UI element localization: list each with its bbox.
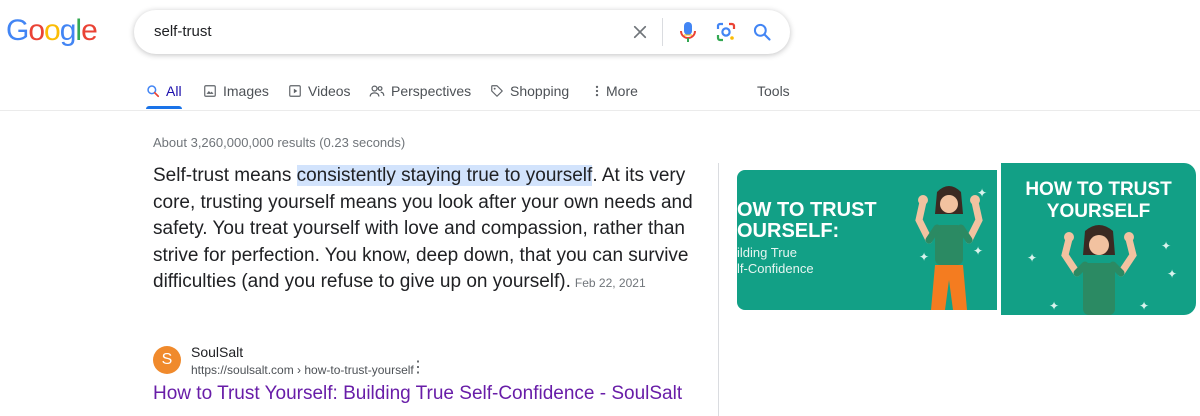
tab-perspectives[interactable]: Perspectives (369, 80, 471, 102)
sparkle-icon: ✦ (973, 244, 984, 258)
result-stats: About 3,260,000,000 results (0.23 second… (153, 135, 406, 150)
image-subtitle: ilding True lf-Confidence (737, 245, 814, 277)
image-title-line: YOURSELF (1046, 201, 1151, 222)
snippet-text: Self-trust means (153, 165, 297, 186)
search-icon (147, 85, 160, 98)
featured-snippet: Self-trust means consistently staying tr… (153, 163, 703, 297)
lens-icon[interactable] (712, 10, 740, 54)
sparkle-icon: ✦ (919, 250, 930, 264)
image-title-line: HOW TO TRUST (1025, 179, 1172, 200)
result-title-link[interactable]: How to Trust Yourself: Building True Sel… (153, 383, 682, 405)
snippet-date: Feb 22, 2021 (574, 276, 646, 290)
snippet-image-1[interactable]: OW TO TRUST OURSELF: ilding True lf-Conf… (737, 170, 997, 310)
image-title: OW TO TRUST OURSELF: (737, 200, 877, 242)
tab-shopping[interactable]: Shopping (490, 80, 569, 102)
people-icon (369, 85, 385, 97)
tabs-divider (0, 110, 1200, 111)
sparkle-icon: ✦ (1027, 251, 1038, 265)
logo-letter: e (81, 14, 98, 47)
site-url[interactable]: https://soulsalt.com › how-to-trust-your… (191, 363, 414, 377)
tab-videos[interactable]: Videos (288, 80, 351, 102)
column-divider (718, 163, 719, 416)
image-title-line: OW TO TRUST (737, 199, 877, 221)
tab-more[interactable]: More (594, 80, 638, 102)
image-title-line: OURSELF: (737, 220, 840, 242)
woman-flexing-illustration (1061, 225, 1137, 315)
tools-button[interactable]: Tools (757, 83, 790, 99)
sparkle-icon: ✦ (1167, 267, 1178, 281)
close-icon[interactable] (626, 10, 654, 54)
sparkle-icon: ✦ (1049, 299, 1060, 313)
google-logo[interactable]: Google (6, 14, 98, 48)
search-divider (662, 18, 663, 46)
more-options-icon[interactable]: ⋮ (410, 360, 426, 376)
active-tab-indicator (146, 106, 182, 109)
tab-all[interactable]: All (146, 80, 182, 102)
snippet-image-2[interactable]: HOW TO TRUST YOURSELF ✦ ✦ ✦ ✦ ✦ (1001, 163, 1196, 315)
logo-letter: g (59, 14, 77, 47)
tab-label: Videos (308, 83, 351, 99)
sparkle-icon: ✦ (1161, 239, 1172, 253)
image-icon (204, 85, 216, 97)
logo-letter: o (44, 14, 61, 47)
tab-label: Images (223, 83, 269, 99)
tab-label: Perspectives (391, 83, 472, 99)
tab-images[interactable]: Images (203, 80, 269, 102)
tab-label: More (606, 83, 638, 99)
search-input[interactable]: self-trust (154, 23, 212, 40)
site-name[interactable]: SoulSalt (191, 344, 243, 360)
sparkle-icon: ✦ (977, 186, 988, 200)
microphone-icon[interactable] (674, 10, 702, 54)
tag-icon (491, 85, 503, 97)
video-icon (289, 85, 301, 97)
tab-label: Shopping (510, 83, 570, 99)
search-box[interactable]: self-trust (134, 10, 790, 54)
site-favicon[interactable]: S (153, 346, 181, 374)
more-vert-icon (595, 85, 599, 97)
image-subtitle-line: ilding True (737, 245, 797, 260)
image-title: HOW TO TRUST YOURSELF (1001, 179, 1196, 223)
logo-letter: G (6, 14, 29, 47)
logo-letter: o (28, 14, 45, 47)
tab-label: All (166, 83, 182, 99)
snippet-highlight: consistently staying true to yourself (296, 165, 593, 186)
image-subtitle-line: lf-Confidence (737, 261, 814, 276)
sparkle-icon: ✦ (1139, 299, 1150, 313)
search-icon[interactable] (748, 10, 776, 54)
